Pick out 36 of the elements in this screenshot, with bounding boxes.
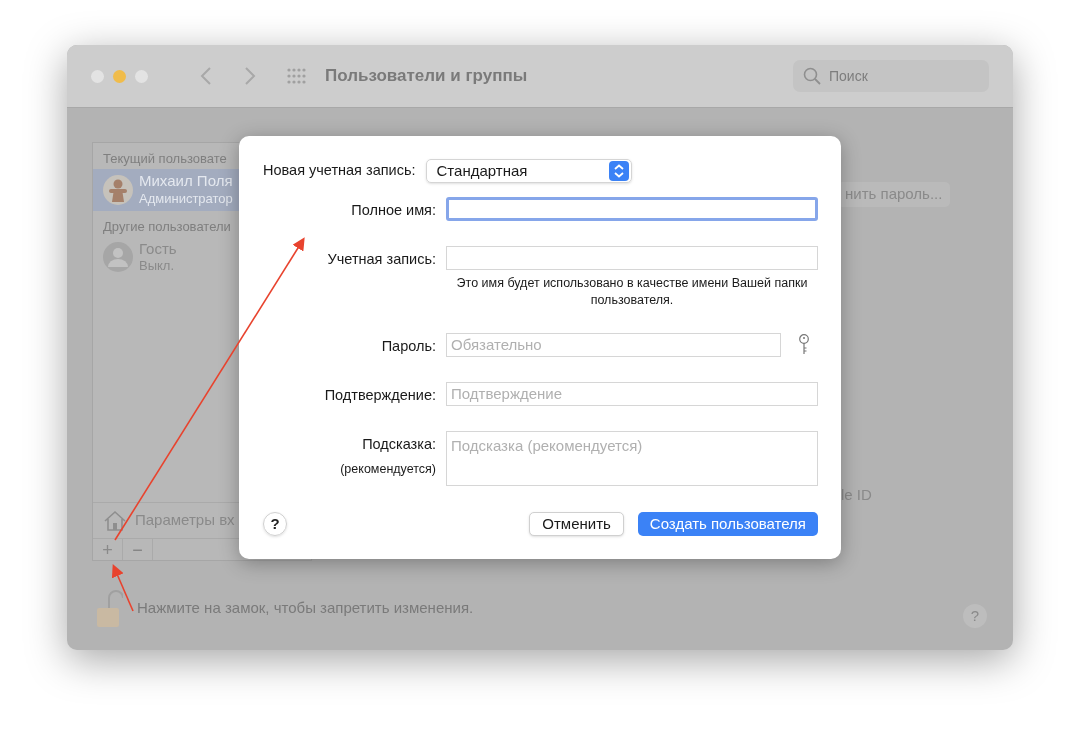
lock-hint: Нажмите на замок, чтобы запретить изменения. <box>137 597 474 618</box>
house-icon <box>103 509 127 532</box>
field-label: Пароль: <box>381 336 436 356</box>
remove-button[interactable]: − <box>123 539 153 560</box>
field-note: Это имя будет использовано в качестве имени Вашей папки пользователя. <box>455 274 809 309</box>
forward-icon[interactable] <box>244 66 256 86</box>
annotation-arrow <box>111 564 134 612</box>
section-header: Другие пользователи <box>102 217 232 236</box>
stepper-icon <box>608 161 629 181</box>
padlock-icon[interactable] <box>95 588 123 628</box>
help-button[interactable]: ? <box>963 604 987 628</box>
create-user-button[interactable]: Создать пользователя <box>637 512 818 536</box>
add-button[interactable]: + <box>93 539 123 560</box>
minimize-button[interactable] <box>113 69 126 83</box>
password-field[interactable]: Обязательно <box>446 332 781 357</box>
input-field[interactable] <box>446 197 818 221</box>
user-avatar-icon <box>103 242 133 272</box>
grid-icon[interactable] <box>286 67 308 85</box>
key-icon[interactable] <box>798 333 810 356</box>
user-role: Администратор <box>139 190 233 207</box>
window-title: Пользователи и группы <box>325 65 528 88</box>
section-header: Текущий пользовате <box>102 150 228 168</box>
back-icon[interactable] <box>200 66 212 86</box>
search-icon <box>803 67 821 85</box>
field-label: Подсказка: <box>362 435 436 455</box>
hint-field[interactable]: Подсказка (рекомендуется) <box>446 431 818 487</box>
cancel-button[interactable]: Отменить <box>529 512 624 536</box>
field-label: Подтверждение: <box>324 385 436 405</box>
input-field[interactable]: Подтверждение <box>446 381 818 406</box>
field-label: Полное имя: <box>351 201 436 220</box>
field-sublabel: (рекомендуется) <box>340 461 436 478</box>
user-name: Михаил Поля <box>139 172 233 191</box>
input-field[interactable] <box>446 245 818 270</box>
account-type-popup[interactable]: Стандартная <box>425 159 632 183</box>
search-field[interactable]: Поиск <box>793 60 989 92</box>
field-label: Учетная запись: <box>327 249 436 269</box>
